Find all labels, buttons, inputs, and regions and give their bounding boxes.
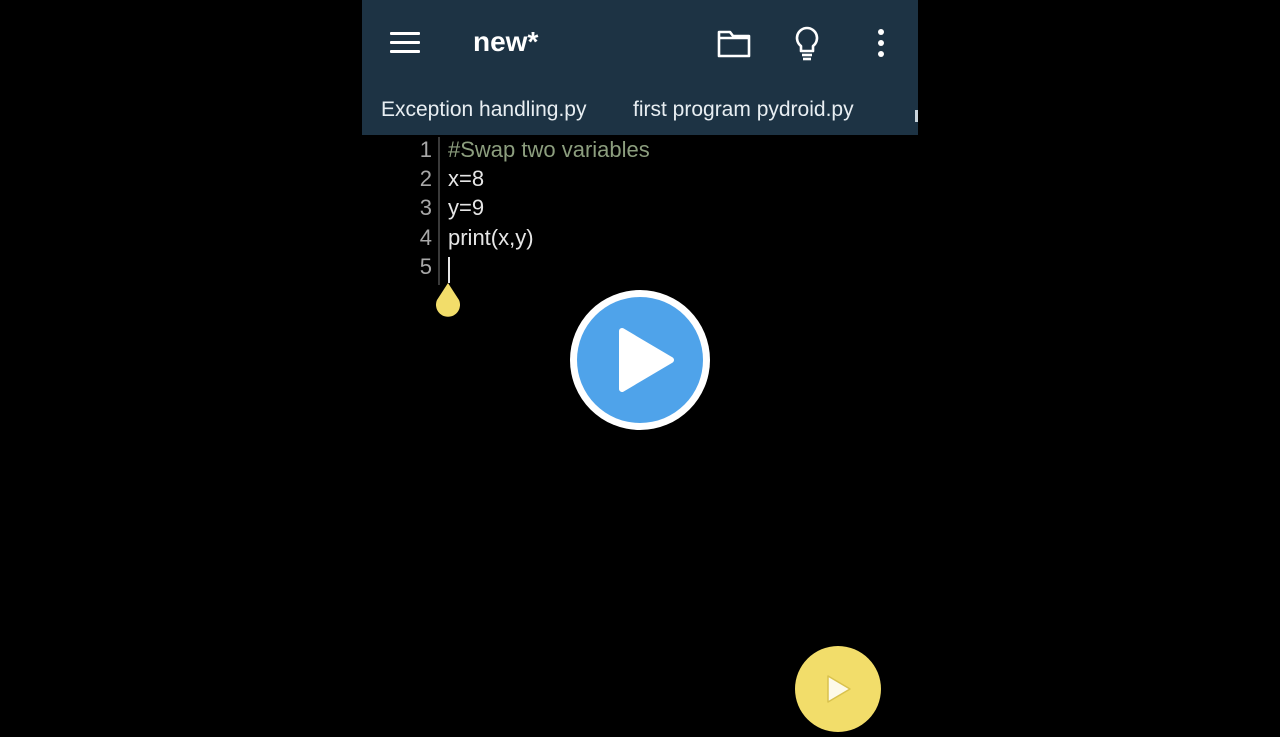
code-text: print(x,y) <box>448 225 534 250</box>
editor-line[interactable]: 4 print(x,y) <box>362 225 918 254</box>
code-text: #Swap two variables <box>448 137 650 162</box>
line-number: 2 <box>419 166 432 191</box>
video-play-button[interactable] <box>567 287 713 433</box>
editor-line[interactable]: 3 y=9 <box>362 195 918 224</box>
menu-button[interactable] <box>390 30 420 56</box>
tab-exception-handling[interactable]: Exception handling.py <box>381 98 586 122</box>
file-tabs: Exception handling.py first program pydr… <box>362 90 918 135</box>
tab-first-program[interactable]: first program pydroid.py <box>633 98 854 122</box>
open-folder-button[interactable] <box>714 24 754 64</box>
run-button[interactable] <box>795 646 881 732</box>
menu-icon-bar <box>390 32 420 35</box>
cursor-handle[interactable] <box>433 283 463 319</box>
app-bar: new* Exception handling.py first program… <box>362 0 918 135</box>
folder-icon <box>717 30 751 58</box>
editor-line[interactable]: 2 x=8 <box>362 166 918 195</box>
tips-button[interactable] <box>787 24 827 64</box>
editor-line[interactable]: 1 #Swap two variables <box>362 137 918 166</box>
menu-icon-bar <box>390 41 420 44</box>
text-cursor <box>448 257 450 283</box>
more-options-button[interactable] <box>861 24 901 64</box>
file-title: new* <box>473 26 539 57</box>
code-text: x=8 <box>448 166 485 191</box>
run-icon <box>827 675 851 703</box>
editor-line[interactable]: 5 <box>362 254 918 283</box>
code-text: y=9 <box>448 195 485 220</box>
tab-overflow-indicator[interactable] <box>915 110 918 122</box>
lightbulb-icon <box>795 26 819 61</box>
line-number: 3 <box>419 195 432 220</box>
line-number: 5 <box>419 254 432 279</box>
more-vert-icon <box>878 29 884 57</box>
line-number: 1 <box>419 137 432 162</box>
menu-icon-bar <box>390 50 420 53</box>
line-number: 4 <box>419 225 432 250</box>
